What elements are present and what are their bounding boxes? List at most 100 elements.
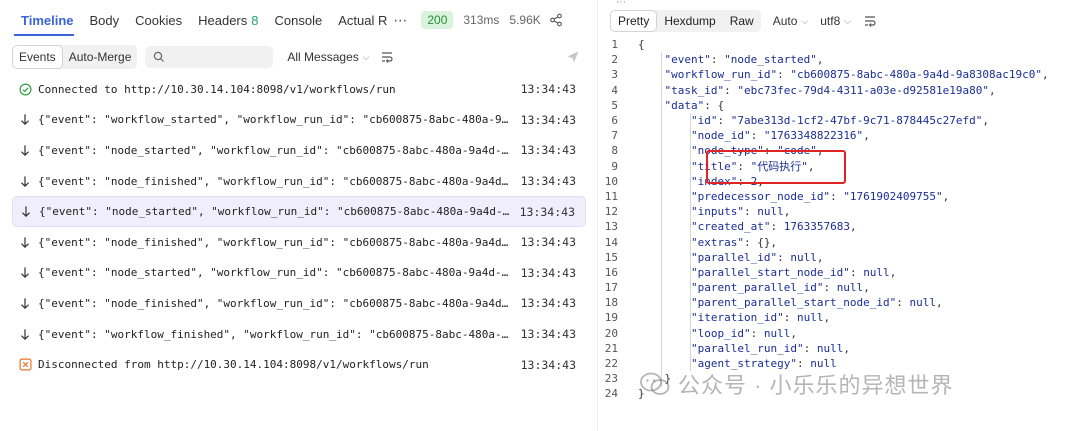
code-line: 5 "data": { bbox=[598, 98, 1080, 113]
event-row[interactable]: {"event": "node_finished", "workflow_run… bbox=[12, 288, 586, 319]
event-time: 13:34:43 bbox=[520, 112, 576, 127]
line-number: 19 bbox=[604, 311, 618, 325]
tab-label: Headers bbox=[198, 12, 248, 28]
code-line: 14 "extras": {}, bbox=[598, 234, 1080, 249]
arrow-down-icon bbox=[18, 235, 32, 249]
raw-button[interactable]: Raw bbox=[723, 10, 761, 32]
code-line: 18 "parent_parallel_start_node_id": null… bbox=[598, 295, 1080, 310]
event-row[interactable]: {"event": "node_started", "workflow_run_… bbox=[12, 196, 586, 227]
line-number: 21 bbox=[604, 341, 618, 355]
tab-actual-request[interactable]: Actual R bbox=[330, 0, 389, 40]
event-row[interactable]: {"event": "node_finished", "workflow_run… bbox=[12, 227, 586, 258]
event-row[interactable]: Connected to http://10.30.14.104:8098/v1… bbox=[12, 74, 586, 105]
arrow-down-icon bbox=[18, 113, 32, 127]
code-text: "workflow_run_id": "cb600875-8abc-480a-9… bbox=[664, 68, 1049, 82]
line-number: 20 bbox=[604, 326, 618, 340]
event-message: {"event": "node_finished", "workflow_run… bbox=[38, 296, 512, 310]
event-time: 13:34:43 bbox=[520, 174, 576, 189]
event-time: 13:34:43 bbox=[520, 296, 576, 311]
arrow-down-icon bbox=[18, 143, 32, 157]
code-text: "parent_parallel_start_node_id": null, bbox=[690, 296, 943, 310]
event-time: 13:34:43 bbox=[520, 327, 576, 342]
tab-cookies[interactable]: Cookies bbox=[127, 0, 190, 40]
code-line: 13 "created_at": 1763357683, bbox=[598, 219, 1080, 234]
events-mode-button[interactable]: Events bbox=[12, 45, 63, 69]
event-row[interactable]: {"event": "workflow_started", "workflow_… bbox=[12, 105, 586, 136]
line-number: 24 bbox=[604, 387, 618, 401]
event-time: 13:34:43 bbox=[520, 235, 576, 250]
event-row[interactable]: {"event": "workflow_finished", "workflow… bbox=[12, 319, 586, 350]
tab-label: Console bbox=[274, 12, 323, 28]
event-row[interactable]: {"event": "node_finished", "workflow_run… bbox=[12, 166, 586, 197]
line-number: 14 bbox=[604, 235, 618, 249]
code-text: "extras": {}, bbox=[690, 235, 778, 249]
line-number: 7 bbox=[611, 129, 618, 143]
code-line: 1{ bbox=[598, 37, 1080, 52]
search-icon bbox=[154, 51, 165, 62]
tab-label: Body bbox=[89, 12, 120, 28]
code-text: "parallel_start_node_id": null, bbox=[690, 265, 897, 279]
response-size: 5.96K bbox=[509, 13, 541, 27]
annotation-highlight-box bbox=[706, 150, 846, 184]
indent-guide bbox=[690, 113, 691, 371]
response-tabs: Timeline Body Cookies Headers 8 Console A… bbox=[0, 0, 592, 40]
wrap-lines-icon[interactable] bbox=[380, 50, 394, 64]
line-number: 4 bbox=[611, 83, 618, 97]
drag-handle-icon[interactable]: ⋯ bbox=[616, 0, 626, 8]
search-input[interactable] bbox=[145, 46, 274, 68]
hexdump-button[interactable]: Hexdump bbox=[657, 10, 722, 32]
code-text: "task_id": "ebc73fec-79d4-4311-a03e-d925… bbox=[664, 83, 996, 97]
code-line: 21 "parallel_run_id": null, bbox=[598, 341, 1080, 356]
code-text: { bbox=[638, 38, 645, 52]
tab-headers[interactable]: Headers 8 bbox=[190, 0, 266, 40]
line-number: 18 bbox=[604, 296, 618, 310]
code-line: 2 "event": "node_started", bbox=[598, 52, 1080, 67]
mode-dropdown[interactable]: Auto ⌵ bbox=[773, 14, 809, 28]
line-number: 10 bbox=[604, 174, 618, 188]
code-text: "created_at": 1763357683, bbox=[690, 220, 857, 234]
event-message: {"event": "workflow_finished", "workflow… bbox=[38, 327, 512, 341]
encoding-dropdown[interactable]: utf8 ⌵ bbox=[820, 14, 851, 28]
more-tabs-icon[interactable]: ⋯ bbox=[391, 12, 409, 29]
chevron-down-icon: ⌵ bbox=[362, 51, 370, 62]
event-time: 13:34:43 bbox=[520, 357, 576, 372]
event-message: {"event": "workflow_started", "workflow_… bbox=[38, 113, 512, 127]
watermark: 公众号 · 小乐乐的异想世界 bbox=[640, 368, 954, 400]
tab-timeline[interactable]: Timeline bbox=[0, 0, 82, 40]
event-message: {"event": "node_started", "workflow_run_… bbox=[38, 143, 512, 157]
filter-value: All Messages bbox=[287, 50, 359, 64]
chevron-down-icon: ⌵ bbox=[844, 15, 852, 26]
chevron-down-icon: ⌵ bbox=[801, 15, 809, 26]
event-row[interactable]: Disconnected from http://10.30.14.104:80… bbox=[12, 349, 586, 380]
watermark-text: 公众号 · 小乐乐的异想世界 bbox=[678, 373, 954, 398]
event-row[interactable]: {"event": "node_started", "workflow_run_… bbox=[12, 135, 586, 166]
share-icon[interactable] bbox=[549, 13, 563, 27]
code-line: 4 "task_id": "ebc73fec-79d4-4311-a03e-d9… bbox=[598, 83, 1080, 98]
arrow-down-icon bbox=[18, 296, 32, 310]
code-text: "iteration_id": null, bbox=[690, 311, 831, 325]
disconnect-icon bbox=[18, 358, 32, 372]
line-number: 9 bbox=[611, 159, 618, 173]
send-icon[interactable] bbox=[566, 50, 580, 64]
wechat-logo-icon bbox=[640, 372, 670, 395]
line-number: 11 bbox=[604, 189, 618, 203]
code-line: 3 "workflow_run_id": "cb600875-8abc-480a… bbox=[598, 67, 1080, 82]
code-text: "predecessor_node_id": "1761902409755", bbox=[690, 189, 950, 203]
code-line: 7 "node_id": "1763348822316", bbox=[598, 128, 1080, 143]
view-mode-toggle: Events Auto-Merge bbox=[12, 45, 138, 69]
arrow-down-icon bbox=[18, 327, 32, 341]
message-filter-dropdown[interactable]: All Messages ⌵ bbox=[287, 50, 369, 64]
event-row[interactable]: {"event": "node_started", "workflow_run_… bbox=[12, 258, 586, 289]
line-number: 5 bbox=[611, 98, 618, 112]
headers-count: 8 bbox=[251, 12, 259, 28]
code-line: 20 "loop_id": null, bbox=[598, 326, 1080, 341]
wrap-lines-icon[interactable] bbox=[863, 14, 877, 28]
line-number: 2 bbox=[611, 53, 618, 67]
pretty-button[interactable]: Pretty bbox=[610, 10, 658, 32]
json-code-view: 1{2 "event": "node_started", 3 "workflow_… bbox=[598, 37, 1080, 402]
arrow-down-icon bbox=[19, 205, 33, 219]
tab-console[interactable]: Console bbox=[267, 0, 331, 40]
tab-body[interactable]: Body bbox=[82, 0, 128, 40]
auto-merge-button[interactable]: Auto-Merge bbox=[63, 45, 138, 69]
arrow-down-icon bbox=[18, 266, 32, 280]
